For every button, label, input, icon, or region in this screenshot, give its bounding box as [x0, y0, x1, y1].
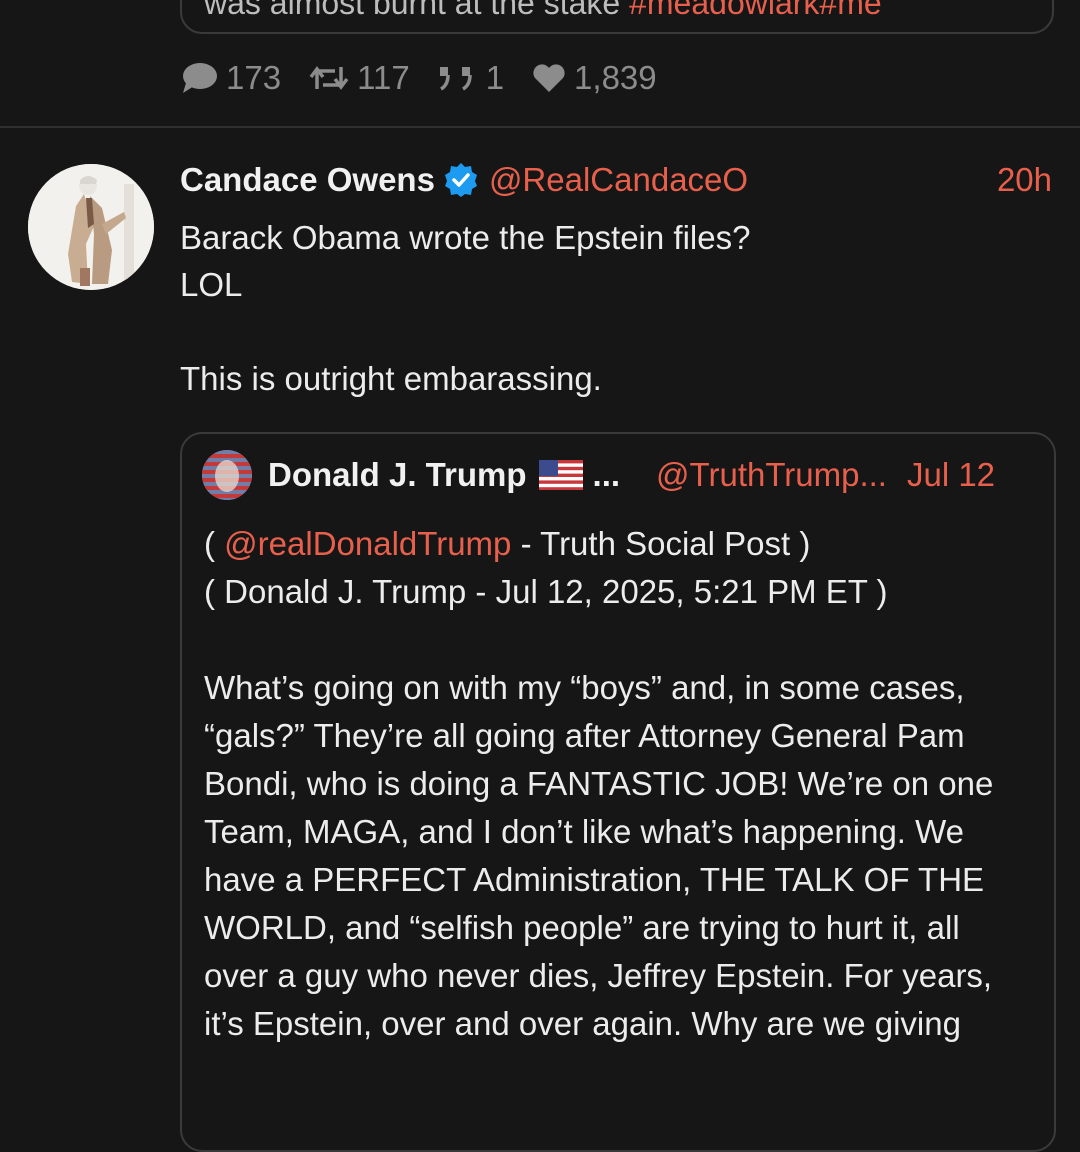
reply-count: 173 [226, 59, 282, 96]
reply-stat[interactable]: 173 [180, 59, 281, 97]
quoted-post-text: What’s going on with my “boys” and, in s… [204, 669, 994, 1042]
previous-quoted-text-body: was almost burnt at the stake [204, 0, 621, 21]
mention-link[interactable]: @realDonaldTrump [224, 525, 511, 562]
us-flag-icon [538, 460, 583, 490]
post-timestamp[interactable]: 20h [997, 161, 1052, 199]
previous-quoted-card[interactable]: was almost burnt at the stake #meadowlar… [180, 0, 1054, 34]
quote-stat[interactable]: 1 [438, 59, 504, 97]
avatar[interactable] [28, 164, 154, 290]
quoted-source-line: ( @realDonaldTrump - Truth Social Post ) [204, 520, 1024, 568]
author-handle[interactable]: @RealCandaceO [489, 161, 748, 199]
previous-quoted-link[interactable]: #meadowlark#me [629, 0, 882, 21]
quoted-source-rest: - Truth Social Post ) [511, 525, 811, 562]
quoted-post-card[interactable]: Donald J. Trump ... @TruthTrump... Jul 1… [180, 432, 1056, 1152]
author-name[interactable]: Candace Owens [180, 161, 435, 199]
heart-icon [533, 64, 565, 92]
repost-icon [309, 66, 349, 90]
quote-icon [439, 67, 472, 91]
post-divider [0, 126, 1080, 128]
quoted-post-header: Donald J. Trump ... @TruthTrump... Jul 1… [202, 448, 1034, 502]
quoted-author-handle[interactable]: @TruthTrump... [656, 456, 887, 494]
quoted-avatar[interactable] [202, 450, 252, 500]
like-stat[interactable]: 1,839 [532, 59, 657, 97]
post-body: Barack Obama wrote the Epstein files? LO… [180, 219, 751, 397]
quoted-post-body: ( @realDonaldTrump - Truth Social Post )… [204, 520, 1024, 1048]
avatar-photo [28, 164, 154, 290]
verified-badge-icon [443, 162, 479, 198]
quoted-source-open: ( [204, 525, 225, 562]
quoted-author-name[interactable]: Donald J. Trump [268, 456, 527, 494]
like-count: 1,839 [574, 59, 657, 96]
post-header: Candace Owens @RealCandaceO 20h [180, 156, 1052, 204]
flag-portrait-avatar-image [202, 450, 252, 500]
reply-icon [183, 63, 217, 93]
quoted-name-ellipsis: ... [592, 456, 621, 493]
repost-stat[interactable]: 117 [309, 59, 410, 97]
quoted-timestamp[interactable]: Jul 12 [907, 456, 995, 494]
quoted-date-line: ( Donald J. Trump - Jul 12, 2025, 5:21 P… [204, 573, 888, 610]
repost-count: 117 [357, 59, 410, 96]
previous-post-stats: 173 117 1 1,839 [180, 56, 685, 100]
quote-count: 1 [485, 59, 505, 96]
previous-quoted-text: was almost burnt at the stake #meadowlar… [204, 0, 882, 22]
